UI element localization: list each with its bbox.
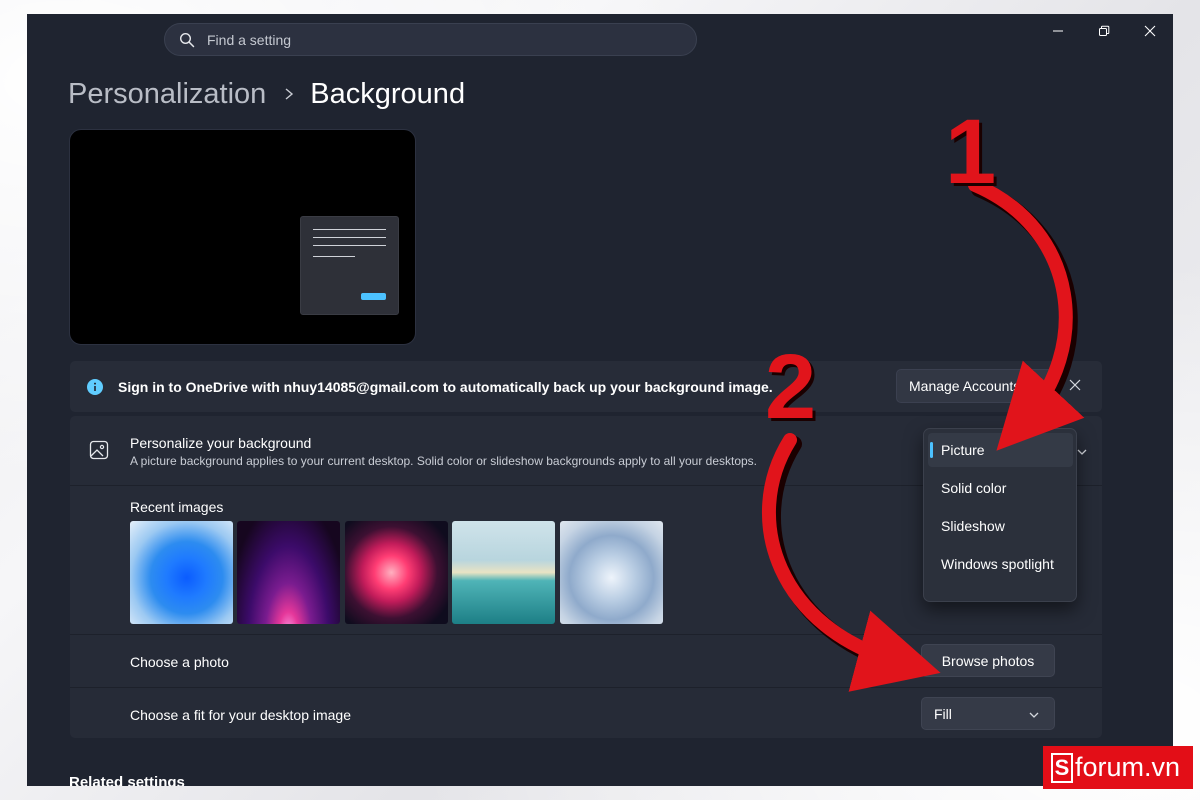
page-title: Background bbox=[310, 77, 466, 110]
menu-item-slideshow[interactable]: Slideshow bbox=[928, 509, 1073, 543]
step-number-2: 2 bbox=[765, 336, 817, 438]
recent-image-thumbnail[interactable] bbox=[237, 521, 340, 624]
menu-item-label: Slideshow bbox=[941, 518, 1005, 534]
personalize-subtitle: A picture background applies to your cur… bbox=[130, 454, 758, 468]
minimize-icon bbox=[1053, 30, 1063, 32]
recent-image-thumbnail[interactable] bbox=[452, 521, 555, 624]
recent-images-label: Recent images bbox=[130, 499, 224, 515]
chevron-down-icon bbox=[1029, 712, 1039, 718]
divider bbox=[70, 687, 1102, 688]
preview-window-mockup bbox=[300, 216, 399, 315]
watermark-logo-icon: S bbox=[1051, 752, 1073, 783]
personalize-title: Personalize your background bbox=[130, 435, 312, 451]
recent-image-thumbnail[interactable] bbox=[130, 521, 233, 624]
recent-image-thumbnail[interactable] bbox=[560, 521, 663, 624]
onedrive-info-bar: Sign in to OneDrive with nhuy14085@gmail… bbox=[70, 361, 1102, 412]
restore-icon bbox=[1099, 25, 1110, 36]
menu-item-picture[interactable]: Picture bbox=[928, 433, 1073, 467]
menu-item-label: Picture bbox=[941, 442, 985, 458]
desktop-preview bbox=[69, 129, 416, 345]
minimize-button[interactable] bbox=[1035, 14, 1081, 48]
step-number-1: 1 bbox=[945, 101, 997, 203]
preview-text-line bbox=[313, 245, 386, 246]
preview-text-line bbox=[313, 256, 355, 257]
image-icon bbox=[89, 440, 109, 460]
close-icon bbox=[1144, 25, 1156, 37]
chevron-right-icon bbox=[285, 88, 294, 100]
preview-text-line bbox=[313, 237, 386, 238]
close-button[interactable] bbox=[1127, 14, 1173, 48]
preview-accent-button bbox=[361, 293, 386, 300]
menu-item-label: Windows spotlight bbox=[941, 556, 1054, 572]
menu-item-label: Solid color bbox=[941, 480, 1007, 496]
chevron-down-icon[interactable] bbox=[1076, 446, 1088, 458]
search-box[interactable] bbox=[164, 23, 697, 56]
breadcrumb-parent[interactable]: Personalization bbox=[68, 78, 266, 111]
related-settings-heading: Related settings bbox=[69, 774, 185, 786]
breadcrumb: Personalization Background bbox=[68, 74, 465, 114]
fit-dropdown[interactable]: Fill bbox=[921, 697, 1055, 730]
menu-item-solid-color[interactable]: Solid color bbox=[928, 471, 1073, 505]
divider bbox=[70, 634, 1102, 635]
search-input[interactable] bbox=[207, 31, 647, 48]
window-controls bbox=[1035, 14, 1173, 48]
info-message: Sign in to OneDrive with nhuy14085@gmail… bbox=[118, 378, 773, 395]
watermark-text: forum.vn bbox=[1075, 752, 1181, 782]
info-icon bbox=[87, 378, 103, 395]
site-watermark: S forum.vn bbox=[1043, 746, 1193, 789]
restore-button[interactable] bbox=[1081, 14, 1127, 48]
preview-text-line bbox=[313, 229, 386, 230]
close-icon[interactable] bbox=[1068, 378, 1082, 392]
fit-value: Fill bbox=[934, 705, 952, 722]
menu-item-windows-spotlight[interactable]: Windows spotlight bbox=[928, 547, 1073, 581]
fit-label: Choose a fit for your desktop image bbox=[130, 707, 352, 723]
background-type-menu: Picture Solid color Slideshow Windows sp… bbox=[923, 428, 1077, 602]
manage-accounts-button[interactable]: Manage Accounts bbox=[896, 369, 1058, 403]
settings-window: Personalization Background Sign in to On… bbox=[27, 14, 1173, 786]
selection-indicator bbox=[930, 442, 933, 458]
browse-photos-button[interactable]: Browse photos bbox=[921, 644, 1055, 677]
choose-photo-label: Choose a photo bbox=[130, 654, 229, 670]
recent-image-thumbnail[interactable] bbox=[345, 521, 448, 624]
search-icon bbox=[179, 32, 195, 47]
